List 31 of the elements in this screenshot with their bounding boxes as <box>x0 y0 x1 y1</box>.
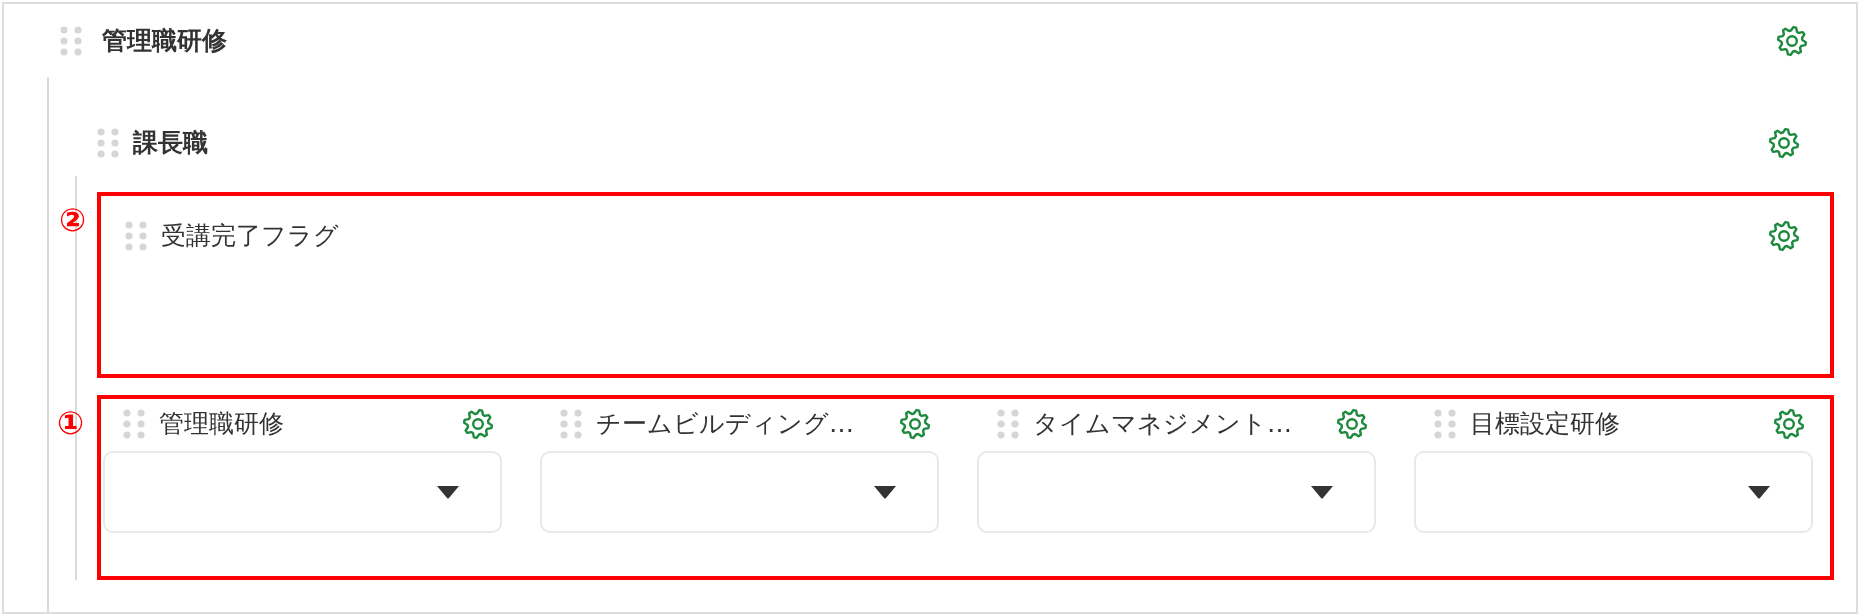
dropdown-field[interactable] <box>1414 451 1813 533</box>
dropdown-field[interactable] <box>103 451 502 533</box>
drag-handle-icon[interactable] <box>1434 409 1456 439</box>
section-title: 課長職 <box>133 126 208 159</box>
section-title: 管理職研修 <box>102 24 227 57</box>
drag-handle-icon[interactable] <box>997 409 1019 439</box>
caret-icon <box>1747 485 1771 499</box>
annotation-number: ① <box>57 405 85 441</box>
annotation-number: ② <box>59 202 87 238</box>
drag-handle-icon[interactable] <box>125 221 147 251</box>
settings-icon[interactable] <box>1776 24 1808 57</box>
field-label: 目標設定研修 <box>1470 408 1620 440</box>
settings-icon[interactable] <box>1336 408 1368 440</box>
drag-handle-icon[interactable] <box>123 409 145 439</box>
settings-icon[interactable] <box>1768 126 1800 159</box>
field-label: 管理職研修 <box>159 408 284 440</box>
dropdown-field[interactable] <box>540 451 939 533</box>
caret-icon <box>1310 485 1334 499</box>
settings-icon[interactable] <box>899 408 931 440</box>
field-label: タイムマネジメント… <box>1033 408 1292 440</box>
drag-handle-icon[interactable] <box>60 25 82 56</box>
settings-icon[interactable] <box>1768 220 1800 252</box>
settings-icon[interactable] <box>1773 408 1805 440</box>
drag-handle-icon[interactable] <box>560 409 582 439</box>
caret-icon <box>436 485 460 499</box>
dropdown-field[interactable] <box>977 451 1376 533</box>
field-label: 受講完了フラグ <box>161 220 339 252</box>
settings-icon[interactable] <box>462 408 494 440</box>
caret-icon <box>873 485 897 499</box>
drag-handle-icon[interactable] <box>97 127 119 158</box>
field-label: チームビルディング… <box>596 408 854 440</box>
